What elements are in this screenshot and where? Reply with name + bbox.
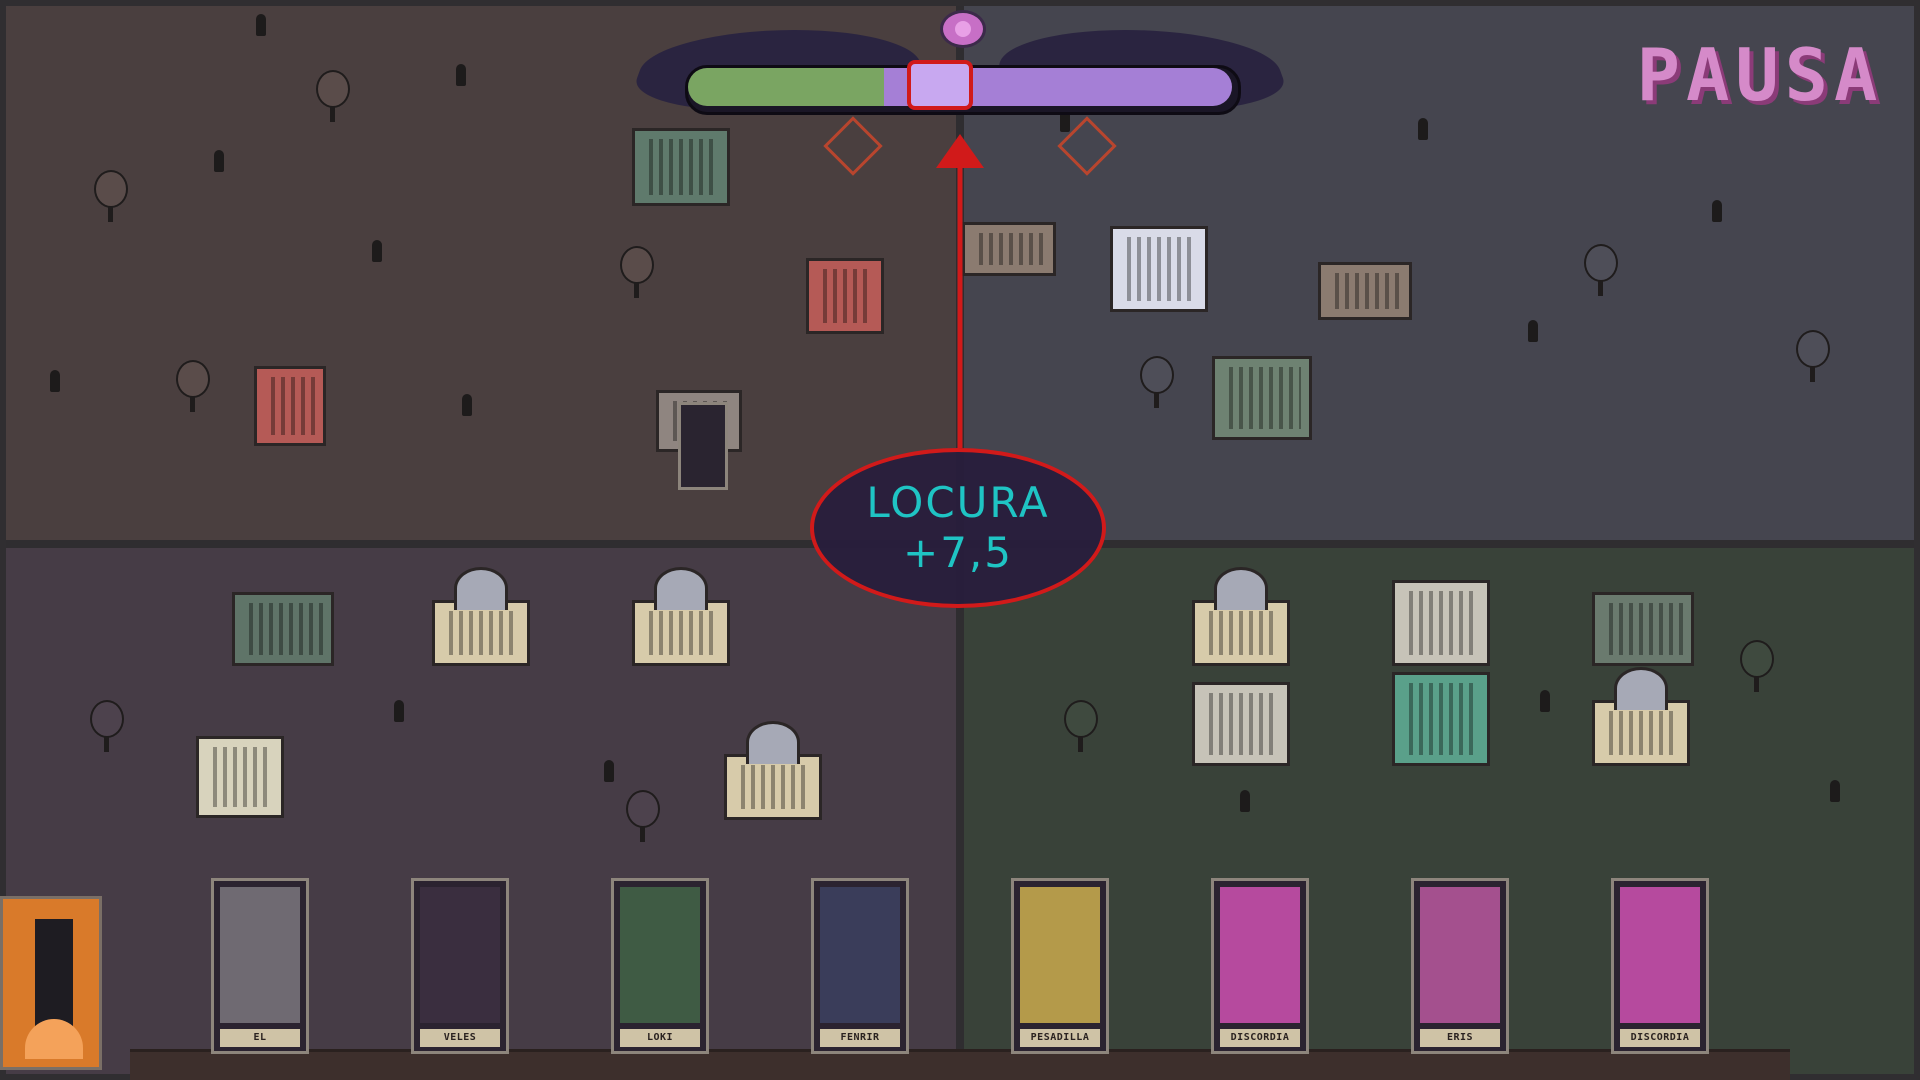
tree bbox=[176, 360, 210, 412]
building-dome bbox=[432, 567, 530, 666]
eye-icon bbox=[940, 10, 986, 48]
building-dome bbox=[1192, 567, 1290, 666]
pause-label: PAUSA bbox=[1636, 33, 1884, 117]
citizen bbox=[1540, 690, 1550, 712]
citizen bbox=[462, 394, 472, 416]
card-art bbox=[820, 887, 900, 1023]
building-cathedral bbox=[232, 592, 334, 666]
locura-callout: LOCURA +7,5 bbox=[810, 448, 1106, 608]
card-on-map[interactable] bbox=[678, 402, 728, 490]
pause-button[interactable]: PAUSA bbox=[1637, 33, 1880, 117]
locura-title: LOCURA bbox=[866, 478, 1050, 527]
tree bbox=[94, 170, 128, 222]
card-name: VELES bbox=[420, 1029, 500, 1047]
meter-highlight-box bbox=[907, 60, 973, 110]
citizen bbox=[1830, 780, 1840, 802]
building-cathedral bbox=[1212, 356, 1312, 440]
card-art bbox=[1420, 887, 1500, 1023]
citizen bbox=[1528, 320, 1538, 342]
card-art bbox=[1620, 887, 1700, 1023]
building-townhall bbox=[1318, 262, 1412, 320]
citizen bbox=[1712, 200, 1722, 222]
card-art bbox=[1020, 887, 1100, 1023]
tree bbox=[1740, 640, 1774, 692]
citizen bbox=[372, 240, 382, 262]
card-name: EL TRANSCURSO bbox=[220, 1029, 300, 1051]
madness-meter bbox=[625, 10, 1295, 176]
citizen bbox=[456, 64, 466, 86]
building-red-house bbox=[254, 366, 326, 446]
tarot-card[interactable]: LOKI bbox=[611, 878, 709, 1054]
card-art bbox=[220, 887, 300, 1023]
tarot-card[interactable]: EL TRANSCURSO bbox=[211, 878, 309, 1054]
tree bbox=[316, 70, 350, 122]
card-name: PESADILLA bbox=[1020, 1029, 1100, 1047]
building-white-house bbox=[1110, 226, 1208, 312]
building-townhall bbox=[962, 222, 1056, 276]
citizen bbox=[604, 760, 614, 782]
tree bbox=[626, 790, 660, 842]
building-grand bbox=[1392, 580, 1490, 666]
citizen bbox=[1240, 790, 1250, 812]
building-dome bbox=[724, 721, 822, 820]
building-cathedral bbox=[1592, 592, 1694, 666]
building-grand bbox=[1192, 682, 1290, 766]
tarot-card[interactable]: DISCORDIA bbox=[1611, 878, 1709, 1054]
card-name: DISCORDIA bbox=[1620, 1029, 1700, 1047]
card-art bbox=[620, 887, 700, 1023]
card-tray bbox=[130, 1049, 1790, 1080]
citizen bbox=[50, 370, 60, 392]
citizen bbox=[1418, 118, 1428, 140]
building-red-house bbox=[806, 258, 884, 334]
card-name: DISCORDIA bbox=[1220, 1029, 1300, 1047]
tarot-card[interactable]: ERIS bbox=[1411, 878, 1509, 1054]
meter-fill-green bbox=[688, 68, 884, 106]
building-mansion bbox=[196, 736, 284, 818]
tarot-card[interactable]: PESADILLA bbox=[1011, 878, 1109, 1054]
locura-value: +7,5 bbox=[903, 528, 1013, 577]
citizen bbox=[256, 14, 266, 36]
tarot-card[interactable]: FENRIR bbox=[811, 878, 909, 1054]
tree bbox=[620, 246, 654, 298]
card-name: ERIS bbox=[1420, 1029, 1500, 1047]
deck-ring-icon bbox=[25, 1019, 83, 1059]
citizen bbox=[394, 700, 404, 722]
building-dome bbox=[1592, 667, 1690, 766]
tree bbox=[1796, 330, 1830, 382]
citizen bbox=[214, 150, 224, 172]
card-art bbox=[420, 887, 500, 1023]
card-name: LOKI bbox=[620, 1029, 700, 1047]
deck-card[interactable] bbox=[0, 896, 102, 1070]
tree bbox=[1064, 700, 1098, 752]
tree bbox=[1140, 356, 1174, 408]
card-name: FENRIR bbox=[820, 1029, 900, 1047]
tree bbox=[90, 700, 124, 752]
tree bbox=[1584, 244, 1618, 296]
card-art bbox=[1220, 887, 1300, 1023]
tarot-card[interactable]: VELES bbox=[411, 878, 509, 1054]
tarot-card[interactable]: DISCORDIA bbox=[1211, 878, 1309, 1054]
building-dome bbox=[632, 567, 730, 666]
building-teal-house bbox=[1392, 672, 1490, 766]
